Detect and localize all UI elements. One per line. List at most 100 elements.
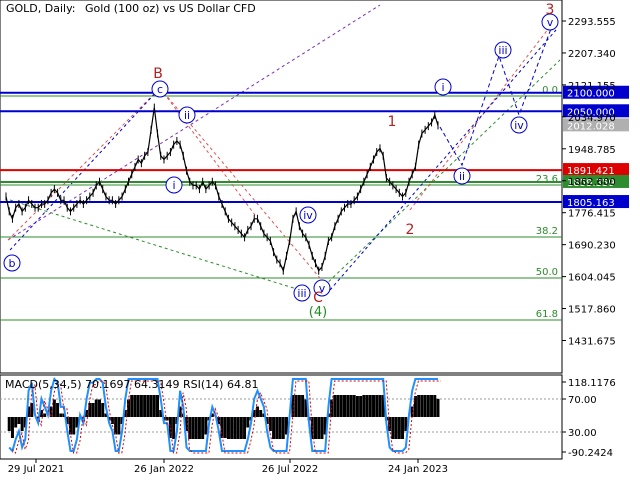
indicator-panel: 118.1176 70.00 30.00 -90.2424 MACD(5,34,5) … [0, 374, 616, 460]
fib-label-23.6: 23.6 [536, 174, 558, 185]
macd-bar-96 [313, 417, 317, 439]
chart-canvas: 0.023.638.250.061.8 2100.0002050.0001891… [0, 0, 629, 475]
macd-bar-4 [17, 417, 21, 424]
macd-bar-79 [259, 410, 263, 417]
indicator-y-axis: 118.1176 70.00 30.00 -90.2424 [562, 378, 616, 459]
macd-bar-2 [10, 417, 14, 438]
macd-bar-129 [420, 395, 424, 417]
x-tick-label-2: 26 Jul 2022 [262, 464, 319, 475]
symbol-label: GOLD, Daily: [6, 2, 76, 15]
macd-bar-91 [297, 395, 301, 417]
wave-label-red-C: C [313, 290, 323, 306]
macd-bar-120 [391, 417, 395, 439]
macd-bar-85 [278, 417, 282, 439]
macd-bar-116 [378, 395, 382, 417]
fib-label-0.0: 0.0 [542, 85, 558, 96]
macd-bar-83 [272, 417, 276, 439]
macd-bar-17 [59, 413, 63, 417]
macd-bar-43 [143, 395, 147, 417]
macd-bar-42 [139, 395, 143, 417]
macd-bar-107 [349, 395, 353, 417]
x-axis: 29 Jul 2021 26 Jan 2022 26 Jul 2022 24 Jan … [8, 459, 448, 475]
macd-bar-44 [146, 395, 150, 417]
macd-bar-61 [201, 417, 205, 439]
macd-bar-105 [343, 395, 347, 417]
indicator-title: MACD(5,34,5) 70.1697 64.3149 RSI(14) 64.… [5, 378, 258, 391]
macd-bar-72 [236, 417, 240, 439]
macd-bar-59 [194, 417, 198, 439]
macd-bar-35 [117, 417, 121, 435]
macd-bar-71 [233, 417, 237, 439]
y-tick-label-5: 1862.600 [568, 177, 616, 188]
macd-bar-16 [56, 403, 60, 417]
wave-label-iii-9: iii [498, 44, 507, 57]
macd-bar-106 [346, 395, 350, 417]
fib-label-38.2: 38.2 [536, 226, 558, 237]
y-tick-label-4: 1948.785 [568, 145, 616, 156]
y-tick-label-9: 1517.860 [568, 305, 616, 316]
macd-bar-69 [226, 417, 230, 439]
macd-bar-62 [204, 417, 208, 435]
macd-bar-113 [368, 395, 372, 417]
wave-label-i-7: i [441, 81, 444, 94]
ind-y-tick-label-2: 30.00 [568, 428, 597, 439]
y-tick-label-8: 1604.045 [568, 273, 616, 284]
macd-bar-73 [239, 417, 243, 439]
macd-bar-112 [365, 395, 369, 417]
macd-bar-123 [401, 417, 405, 439]
macd-bar-127 [413, 396, 417, 417]
macd-bar-97 [317, 417, 321, 439]
macd-bar-103 [336, 395, 340, 417]
y-tick-label-7: 1690.230 [568, 241, 616, 252]
macd-bar-90 [294, 395, 298, 417]
fib-label-61.8: 61.8 [536, 309, 558, 320]
macd-bar-30 [101, 403, 105, 417]
y-tick-label-6: 1776.415 [568, 209, 616, 220]
macd-bar-84 [275, 417, 279, 439]
wave-label-ii-2: ii [184, 109, 190, 122]
macd-bar-108 [352, 395, 356, 417]
macd-bar-46 [152, 395, 156, 417]
macd-bar-86 [281, 417, 285, 439]
macd-bar-29 [97, 399, 101, 417]
macd-bar-82 [268, 417, 272, 431]
macd-bar-41 [136, 395, 140, 417]
macd-bar-104 [339, 395, 343, 417]
macd-bar-122 [397, 417, 401, 439]
macd-bar-28 [94, 399, 98, 417]
macd-bar-27 [91, 403, 95, 417]
macd-bar-92 [301, 395, 305, 417]
macd-bar-70 [230, 417, 234, 439]
level-tag-text-1805.163: 1805.163 [567, 198, 615, 209]
macd-bar-3 [14, 417, 18, 428]
macd-bar-45 [149, 395, 153, 417]
macd-bar-130 [423, 395, 427, 417]
macd-bar-1 [7, 417, 11, 431]
wave-label-b-0: b [9, 257, 16, 270]
y-tick-label-3: 2034.970 [568, 113, 616, 124]
macd-bar-121 [394, 417, 398, 439]
wave-label-red-B: B [153, 66, 163, 82]
y-tick-label-2: 2121.155 [568, 81, 616, 92]
x-tick-label-3: 24 Jan 2023 [388, 464, 448, 475]
macd-bar-75 [246, 417, 250, 428]
macd-bar-67 [220, 417, 224, 438]
wave-label-iv-10: iv [514, 119, 524, 132]
macd-bar-98 [320, 417, 324, 439]
y-tick-label-0: 2293.555 [568, 17, 616, 28]
macd-bar-109 [355, 396, 359, 417]
wave-label-ii-8: ii [459, 170, 465, 183]
macd-bar-126 [410, 406, 414, 417]
macd-bar-5 [20, 417, 24, 431]
wave-label-red-2: 2 [406, 222, 415, 238]
macd-bar-115 [375, 395, 379, 417]
wave-label-i-3: i [172, 179, 175, 192]
macd-bar-21 [72, 417, 76, 435]
ind-y-tick-label-1: 70.00 [568, 395, 597, 406]
macd-bar-8 [30, 403, 34, 417]
macd-bar-39 [130, 395, 134, 417]
macd-bar-68 [223, 417, 227, 438]
price-y-axis: 2293.555 2207.340 2121.155 2034.970 1948.785… [562, 17, 616, 347]
macd-bar-34 [114, 417, 118, 435]
y-tick-label-1: 2207.340 [568, 49, 616, 60]
